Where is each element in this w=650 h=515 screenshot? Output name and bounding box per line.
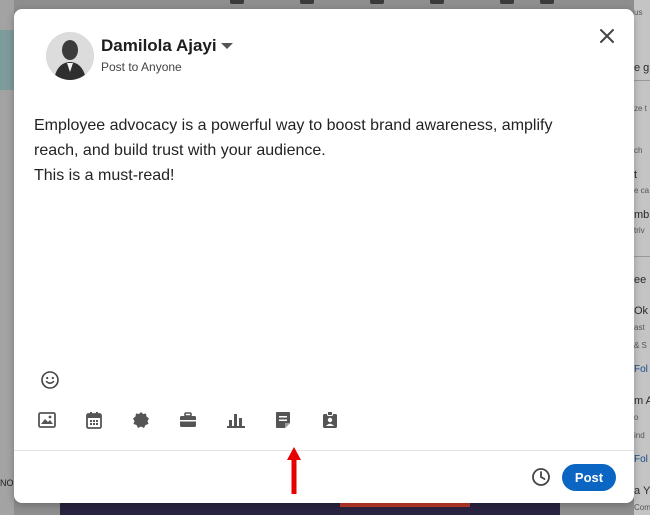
create-post-dialog: Damilola Ajayi Post to Anyone Employee a… xyxy=(14,9,634,503)
background-nav-icons xyxy=(220,0,554,6)
document-icon xyxy=(276,412,290,428)
close-icon xyxy=(600,29,614,43)
post-text-line: reach, and build trust with your audienc… xyxy=(34,142,326,159)
bg-fragment: e g xyxy=(634,62,650,74)
annotation-arrow-icon xyxy=(287,447,301,494)
bg-fragment: o xyxy=(634,413,639,422)
find-expert-button[interactable] xyxy=(177,409,199,431)
post-audience[interactable]: Post to Anyone xyxy=(101,60,182,74)
post-text-line: Employee advocacy is a powerful way to b… xyxy=(34,117,553,134)
bg-fragment: & S xyxy=(634,341,647,350)
bg-fragment: Ok xyxy=(634,305,649,317)
post-text-line: This is a must-read! xyxy=(34,167,175,184)
celebrate-occasion-button[interactable] xyxy=(130,409,152,431)
post-toolbar xyxy=(36,409,356,431)
background-left-accent xyxy=(0,30,14,90)
id-badge-icon xyxy=(323,411,337,428)
create-poll-button[interactable] xyxy=(225,409,247,431)
clock-icon xyxy=(532,468,550,486)
bg-fragment: m A xyxy=(634,395,650,407)
bg-fragment: Fol xyxy=(634,364,648,375)
avatar[interactable] xyxy=(46,32,94,80)
background-right-panel: us e g ze t ch t e ca mb triv ee Ok ast … xyxy=(634,0,650,515)
image-icon xyxy=(38,412,56,428)
bg-fragment: ind xyxy=(634,431,645,440)
bg-fragment: t xyxy=(634,169,638,181)
caret-down-icon[interactable] xyxy=(221,43,233,49)
bg-fragment: a Y xyxy=(634,485,650,497)
background-left-panel xyxy=(0,0,14,515)
bg-fragment: e ca xyxy=(634,186,650,195)
close-button[interactable] xyxy=(594,23,620,49)
bg-fragment: triv xyxy=(634,226,645,235)
footer-divider xyxy=(14,450,634,451)
bg-fragment: NO xyxy=(0,478,14,488)
author-name[interactable]: Damilola Ajayi xyxy=(101,36,217,56)
bg-fragment: us xyxy=(634,8,643,17)
bg-fragment: Company xyxy=(634,503,650,512)
bg-fragment: ast xyxy=(634,323,645,332)
add-media-button[interactable] xyxy=(36,409,58,431)
bar-chart-icon xyxy=(227,414,245,428)
post-text-editor[interactable]: Employee advocacy is a powerful way to b… xyxy=(34,113,604,188)
briefcase-icon xyxy=(180,412,196,427)
emoji-icon xyxy=(41,371,59,389)
post-button[interactable]: Post xyxy=(562,464,616,491)
hiring-button[interactable] xyxy=(319,409,341,431)
bg-fragment: ch xyxy=(634,146,643,155)
badge-icon xyxy=(133,412,149,428)
background-media-strip xyxy=(60,502,560,515)
calendar-icon xyxy=(86,411,102,429)
emoji-button[interactable] xyxy=(40,370,60,390)
add-document-button[interactable] xyxy=(272,409,294,431)
bg-fragment: ee xyxy=(634,274,647,286)
bg-fragment: mb xyxy=(634,209,650,221)
create-event-button[interactable] xyxy=(83,409,105,431)
bg-fragment: ze t xyxy=(634,104,647,113)
bg-fragment: Fol xyxy=(634,454,648,465)
schedule-post-button[interactable] xyxy=(531,467,551,487)
